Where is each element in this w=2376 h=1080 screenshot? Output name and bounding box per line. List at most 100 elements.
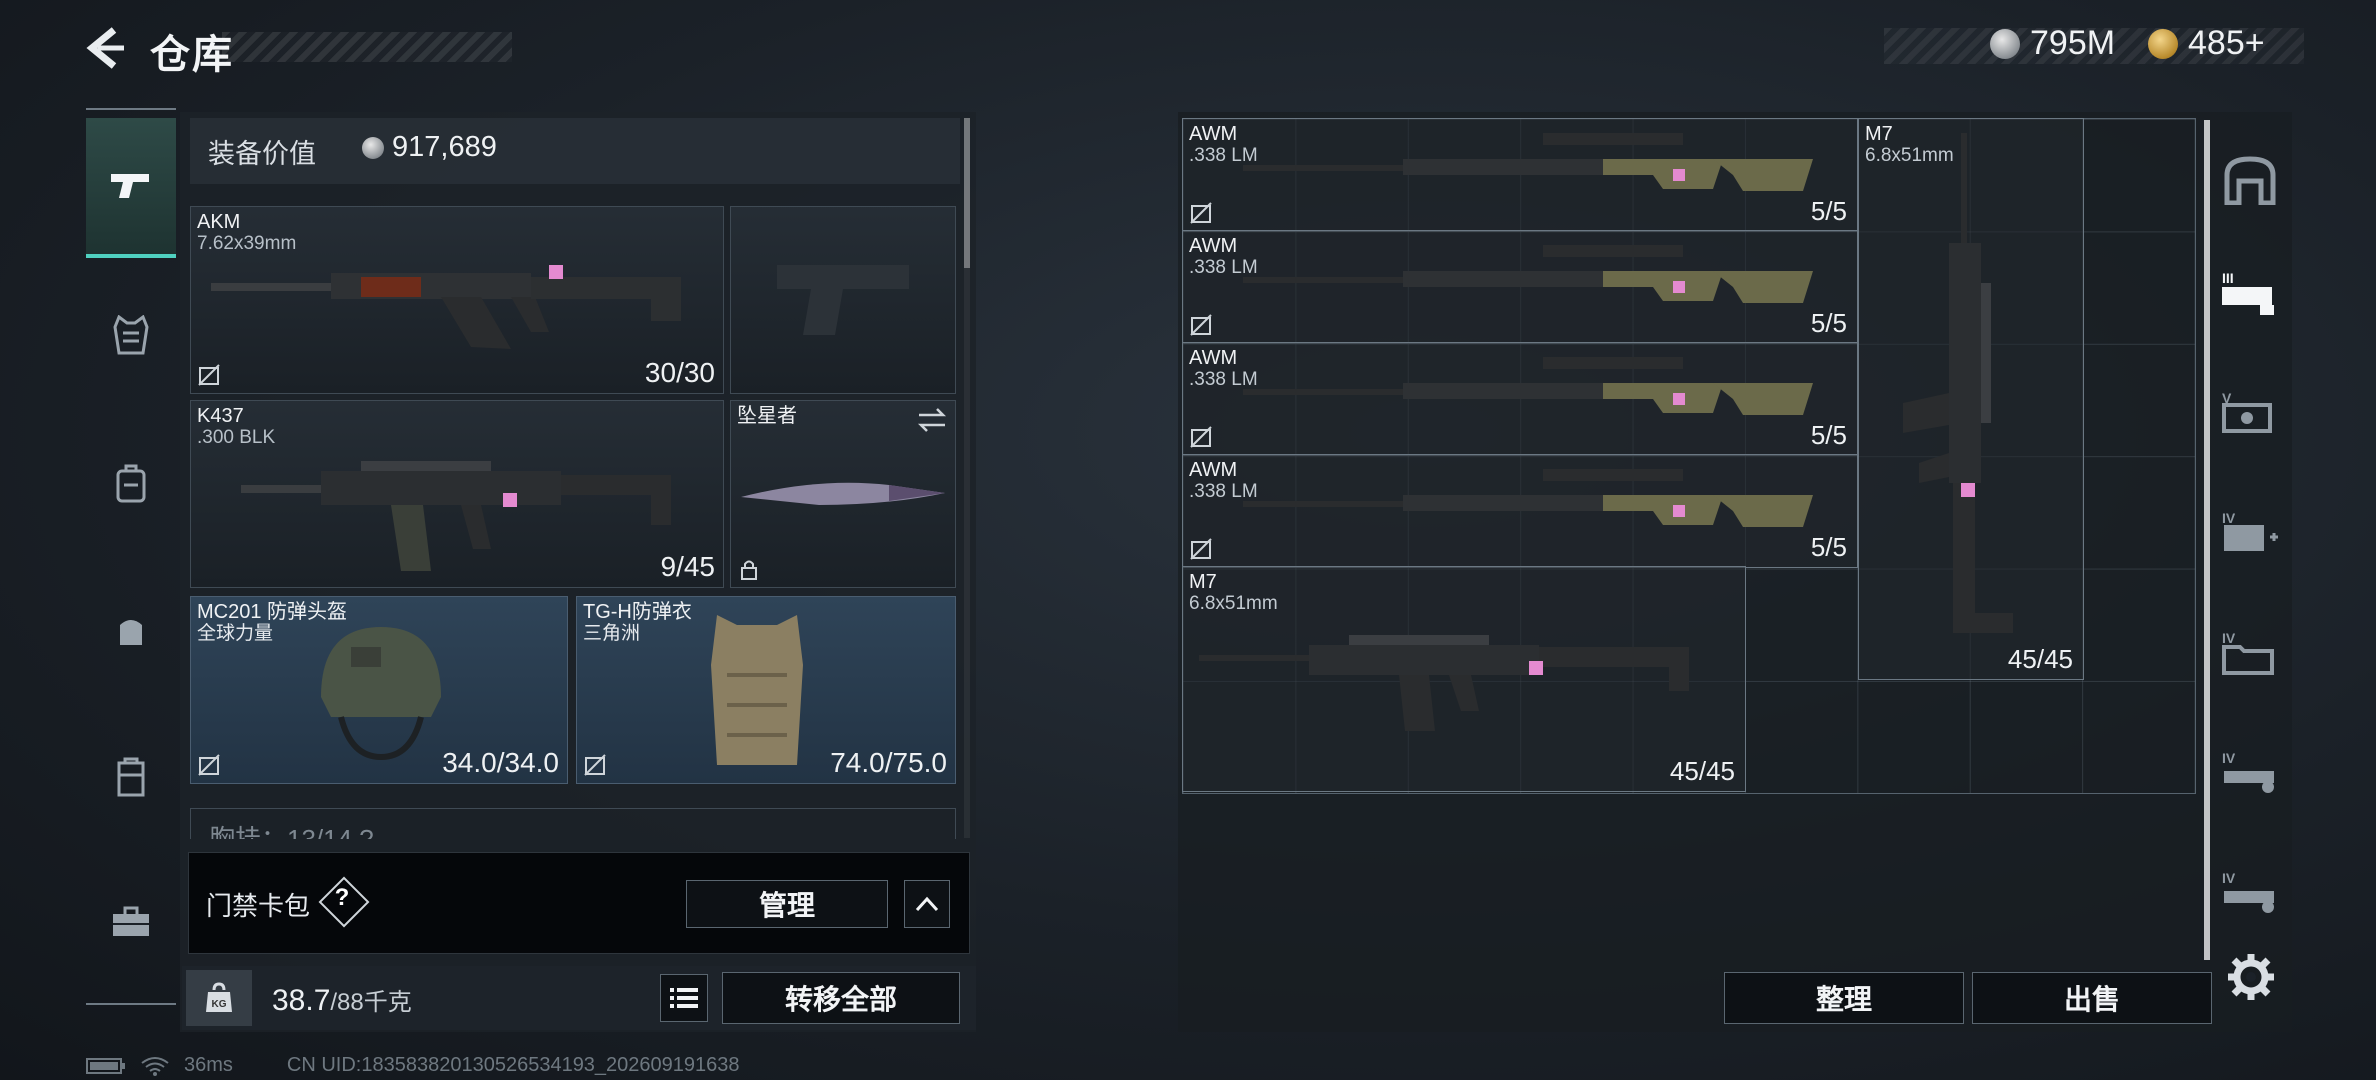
storage-item-awm-2[interactable]: AWM .338 LM 5/5 bbox=[1182, 230, 1858, 344]
storage-scrollbar-thumb[interactable] bbox=[2204, 120, 2210, 960]
pistol-placeholder-icon bbox=[777, 265, 909, 335]
item-name: AWM bbox=[1189, 235, 1238, 257]
awm-rifle-icon bbox=[1243, 357, 1813, 415]
storage-tab-tier-iv-medical[interactable]: IV bbox=[2214, 492, 2286, 572]
silver-currency[interactable]: 795M bbox=[1990, 24, 2115, 63]
loadout-scrollbar-thumb[interactable] bbox=[964, 118, 970, 268]
no-insurance-icon bbox=[1190, 202, 1212, 224]
help-icon-text: ? bbox=[334, 884, 350, 911]
storage-tab-tier-v[interactable]: V bbox=[2214, 372, 2286, 452]
storage-tab-vault[interactable] bbox=[2214, 140, 2286, 220]
chevron-up-icon bbox=[915, 896, 939, 912]
storage-item-m7-horizontal[interactable]: M7 6.8x51mm 45/45 bbox=[1182, 566, 1746, 792]
helmet-slot[interactable]: MC201 防弹头盔 全球力量 34.0/34.0 bbox=[190, 596, 568, 784]
collapse-button[interactable] bbox=[904, 880, 950, 928]
folder-case-icon: IV bbox=[2222, 630, 2274, 675]
item-name: AWM bbox=[1189, 123, 1238, 145]
durability: 34.0/34.0 bbox=[442, 747, 559, 778]
no-insurance-icon bbox=[1190, 314, 1212, 336]
item-count: 5/5 bbox=[1810, 308, 1847, 338]
sell-button[interactable]: 出售 bbox=[1972, 972, 2212, 1024]
rail-tab-toolbox[interactable] bbox=[86, 876, 176, 966]
m7-rifle-icon bbox=[1199, 635, 1689, 731]
battery-icon bbox=[86, 1057, 125, 1074]
rail-tab-backpack[interactable] bbox=[86, 438, 176, 528]
vault-icon bbox=[2224, 156, 2276, 205]
weight-icon-box: KG bbox=[186, 970, 252, 1026]
vest-icon bbox=[711, 615, 803, 765]
rifle-case-iii-icon: III bbox=[2222, 270, 2274, 315]
gold-currency-value: 485+ bbox=[2188, 24, 2265, 62]
primary-weapon-slot-2[interactable]: K437 .300 BLK 9/45 bbox=[190, 400, 724, 588]
swap-icon[interactable] bbox=[917, 407, 947, 433]
weight-max: /88千克 bbox=[330, 989, 412, 1016]
organize-button[interactable]: 整理 bbox=[1724, 972, 1964, 1024]
svg-text:IV: IV bbox=[2222, 630, 2236, 646]
awm-rifle-icon bbox=[1243, 469, 1813, 527]
back-arrow-icon[interactable] bbox=[84, 26, 128, 70]
durability: 74.0/75.0 bbox=[830, 747, 947, 778]
no-insurance-icon bbox=[1190, 538, 1212, 560]
sidearm-slot[interactable] bbox=[730, 206, 956, 394]
rail-tab-armor[interactable] bbox=[86, 290, 176, 380]
item-name: AWM bbox=[1189, 347, 1238, 369]
pouch-icon bbox=[120, 620, 142, 645]
item-count: 45/45 bbox=[1669, 756, 1735, 786]
svg-text:IV: IV bbox=[2222, 750, 2236, 766]
silver-coin-icon bbox=[1990, 28, 2020, 59]
helmet-icon bbox=[321, 627, 441, 761]
case-v-icon: V bbox=[2222, 390, 2272, 433]
storage-tab-tier-iv-gun[interactable]: IV bbox=[2214, 732, 2286, 812]
gun-case-icon: IV bbox=[2222, 750, 2274, 793]
knife-icon bbox=[741, 482, 945, 505]
svg-text:IV: IV bbox=[2222, 510, 2236, 526]
no-insurance-icon bbox=[584, 754, 606, 776]
item-count: 5/5 bbox=[1810, 532, 1847, 562]
transfer-all-button[interactable]: 转移全部 bbox=[722, 972, 960, 1024]
chest-rig-capacity: 胸挂：13/14 ? bbox=[209, 824, 374, 839]
manage-button[interactable]: 管理 bbox=[686, 880, 888, 928]
armor-faction: 三角洲 bbox=[583, 623, 641, 644]
melee-slot[interactable]: 坠星者 bbox=[730, 400, 956, 588]
equipment-value: 917,689 bbox=[362, 131, 497, 164]
keycard-wallet-label: 门禁卡包 bbox=[206, 891, 311, 921]
item-name: M7 bbox=[1865, 123, 1893, 145]
item-count: 5/5 bbox=[1810, 420, 1847, 450]
storage-tab-tier-iv-gun-2[interactable]: IV bbox=[2214, 852, 2286, 932]
item-count: 5/5 bbox=[1810, 196, 1847, 226]
gun-case-icon: IV bbox=[2222, 870, 2274, 913]
armor-slot[interactable]: TG-H防弹衣 三角洲 74.0/75.0 bbox=[576, 596, 956, 784]
equipment-value-number: 917,689 bbox=[392, 131, 497, 163]
armor-name: TG-H防弹衣 bbox=[583, 601, 692, 623]
ammo-count: 30/30 bbox=[644, 357, 715, 388]
storage-tab-tier-iii[interactable]: III bbox=[2214, 252, 2286, 332]
vest-icon bbox=[113, 315, 149, 355]
lock-icon bbox=[741, 560, 757, 580]
settings-gear-icon[interactable] bbox=[2226, 952, 2276, 1002]
storage-item-m7-vertical[interactable]: M7 6.8x51mm 45/45 bbox=[1858, 118, 2084, 680]
no-insurance-icon bbox=[198, 754, 220, 776]
silver-coin-icon bbox=[362, 136, 384, 159]
storage-tab-tier-iv-folder[interactable]: IV bbox=[2214, 612, 2286, 692]
svg-text:IV: IV bbox=[2222, 870, 2236, 886]
storage-item-awm-1[interactable]: AWM .338 LM 5/5 bbox=[1182, 118, 1858, 232]
chest-rig-section: 胸挂：13/14 ? bbox=[190, 808, 956, 839]
rail-tab-bag[interactable] bbox=[86, 586, 176, 676]
gold-coin-icon bbox=[2148, 28, 2178, 59]
gold-currency[interactable]: 485+ bbox=[2148, 24, 2265, 63]
primary-weapon-slot-1[interactable]: AKM 7.62x39mm 30/30 bbox=[190, 206, 724, 394]
item-count: 45/45 bbox=[2007, 644, 2073, 674]
ammo-count: 9/45 bbox=[660, 551, 716, 582]
item-name: M7 bbox=[1189, 571, 1217, 593]
list-view-button[interactable] bbox=[660, 974, 708, 1022]
weight-value: 38.7/88千克 bbox=[272, 982, 412, 1018]
weight-current: 38.7 bbox=[272, 984, 331, 1017]
storage-item-awm-4[interactable]: AWM .338 LM 5/5 bbox=[1182, 454, 1858, 568]
rail-tab-consumables[interactable] bbox=[86, 732, 176, 822]
item-name: AWM bbox=[1189, 459, 1238, 481]
rail-tab-weapons[interactable] bbox=[86, 118, 176, 258]
weapon-name: K437 bbox=[197, 405, 244, 427]
svg-text:III: III bbox=[2222, 270, 2234, 286]
status-bar: 36ms CN UID:183583820130526534193_202609… bbox=[86, 1054, 740, 1077]
storage-item-awm-3[interactable]: AWM .338 LM 5/5 bbox=[1182, 342, 1858, 456]
